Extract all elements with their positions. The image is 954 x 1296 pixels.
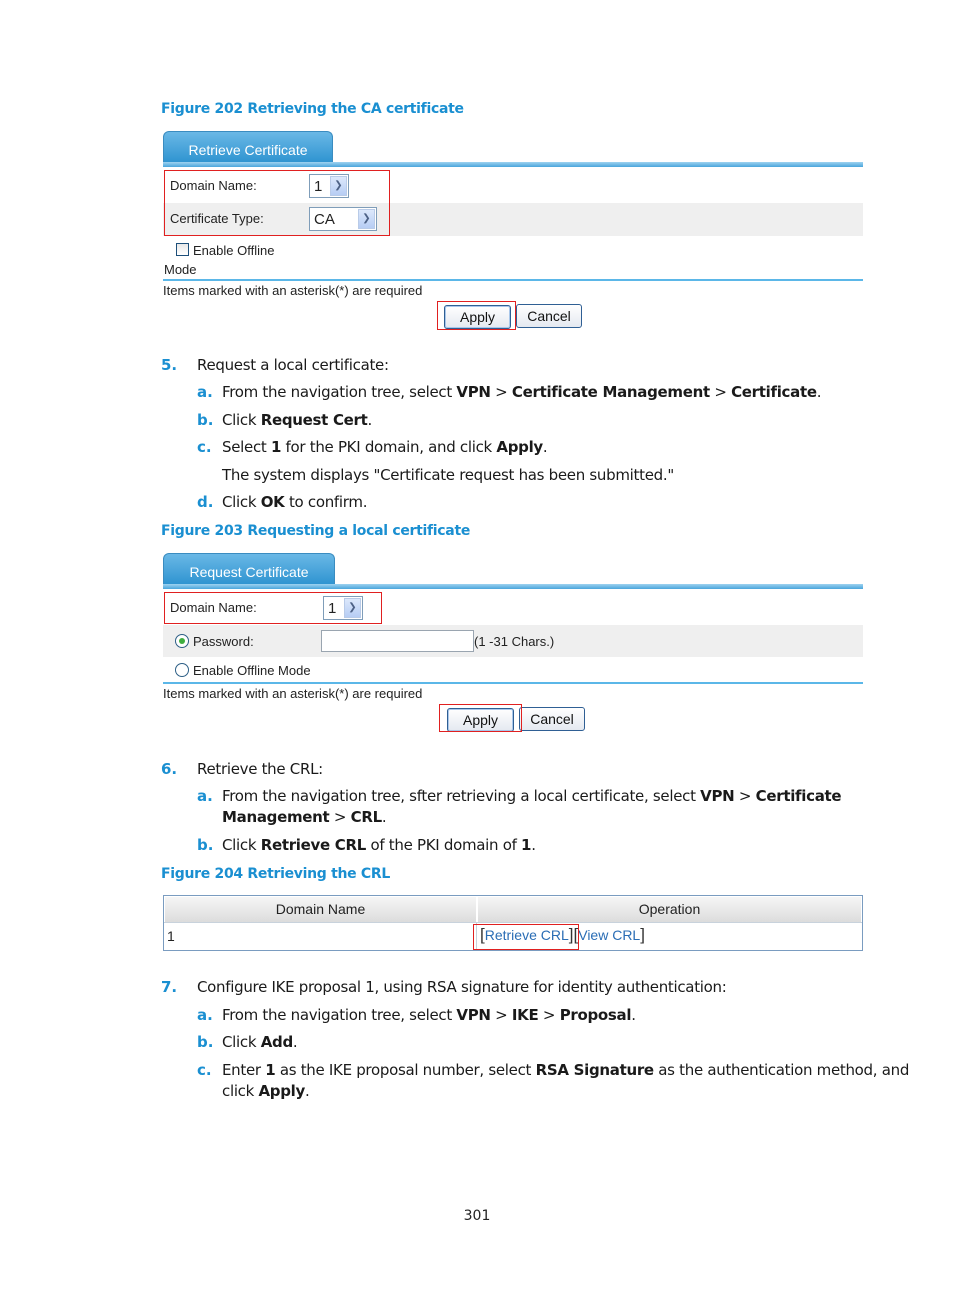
tab-retrieve-certificate[interactable]: Retrieve Certificate	[163, 131, 333, 163]
step-5-text: Request a local certificate:	[197, 356, 389, 374]
substep-letter: c.	[197, 1061, 212, 1079]
highlight-box	[437, 301, 516, 330]
substep-letter: b.	[197, 1033, 214, 1051]
step-7c-text-line2: click Apply.	[222, 1082, 310, 1100]
highlight-box	[439, 704, 522, 732]
radio-selected-dot	[179, 638, 185, 644]
required-note: Items marked with an asterisk(*) are req…	[163, 283, 423, 298]
step-7c-text: Enter 1 as the IKE proposal number, sele…	[222, 1061, 910, 1079]
tab-request-certificate[interactable]: Request Certificate	[163, 553, 335, 585]
figure-203-caption: Figure 203 Requesting a local certificat…	[161, 523, 471, 539]
column-header-domain-name: Domain Name	[165, 897, 476, 922]
step-7a-text: From the navigation tree, select VPN > I…	[222, 1006, 636, 1024]
password-hint: (1 -31 Chars.)	[474, 634, 555, 649]
step-7-text: Configure IKE proposal 1, using RSA sign…	[197, 978, 727, 996]
step-6a-text-line2: Management > CRL.	[222, 808, 387, 826]
password-input[interactable]	[321, 630, 474, 652]
cancel-button[interactable]: Cancel	[519, 707, 585, 731]
password-radio[interactable]	[175, 634, 189, 648]
step-5d-text: Click OK to confirm.	[222, 493, 368, 511]
highlight-box	[164, 592, 382, 624]
tab-underline	[163, 584, 863, 589]
tab-underline	[163, 162, 863, 167]
enable-offline-checkbox[interactable]	[176, 243, 189, 256]
step-number: 5.	[161, 356, 178, 374]
required-note: Items marked with an asterisk(*) are req…	[163, 686, 423, 701]
column-header-operation: Operation	[478, 897, 861, 922]
row-divider	[164, 922, 862, 923]
enable-offline-label: Enable Offline	[193, 243, 275, 258]
substep-letter: a.	[197, 383, 213, 401]
substep-letter: a.	[197, 1006, 213, 1024]
step-5a-text: From the navigation tree, select VPN > C…	[222, 383, 822, 401]
substep-letter: a.	[197, 787, 213, 805]
separator	[163, 279, 863, 281]
enable-offline-label-mode: Mode	[164, 262, 197, 277]
substep-letter: c.	[197, 438, 212, 456]
substep-letter: d.	[197, 493, 214, 511]
password-label: Password:	[193, 634, 254, 649]
step-5c-note: The system displays "Certificate request…	[222, 466, 674, 484]
step-5c-text: Select 1 for the PKI domain, and click A…	[222, 438, 548, 456]
figure-202-caption: Figure 202 Retrieving the CA certificate	[161, 101, 464, 117]
step-5b-text: Click Request Cert.	[222, 411, 372, 429]
bracket: ]	[640, 925, 645, 944]
separator	[163, 682, 863, 684]
enable-offline-mode-label: Enable Offline Mode	[193, 663, 311, 678]
highlight-box	[473, 924, 579, 950]
step-number: 6.	[161, 760, 178, 778]
highlight-box	[164, 170, 390, 236]
step-number: 7.	[161, 978, 178, 996]
view-crl-link[interactable]: View CRL	[578, 927, 640, 943]
figure-204-caption: Figure 204 Retrieving the CRL	[161, 866, 390, 882]
page-number: 301	[463, 1208, 491, 1224]
step-6-text: Retrieve the CRL:	[197, 760, 323, 778]
substep-letter: b.	[197, 411, 214, 429]
substep-letter: b.	[197, 836, 214, 854]
cell-domain: 1	[167, 928, 175, 944]
step-7b-text: Click Add.	[222, 1033, 298, 1051]
cancel-button[interactable]: Cancel	[516, 304, 582, 328]
step-6b-text: Click Retrieve CRL of the PKI domain of …	[222, 836, 536, 854]
step-6a-text: From the navigation tree, sfter retrievi…	[222, 787, 842, 805]
enable-offline-mode-radio[interactable]	[175, 663, 189, 677]
